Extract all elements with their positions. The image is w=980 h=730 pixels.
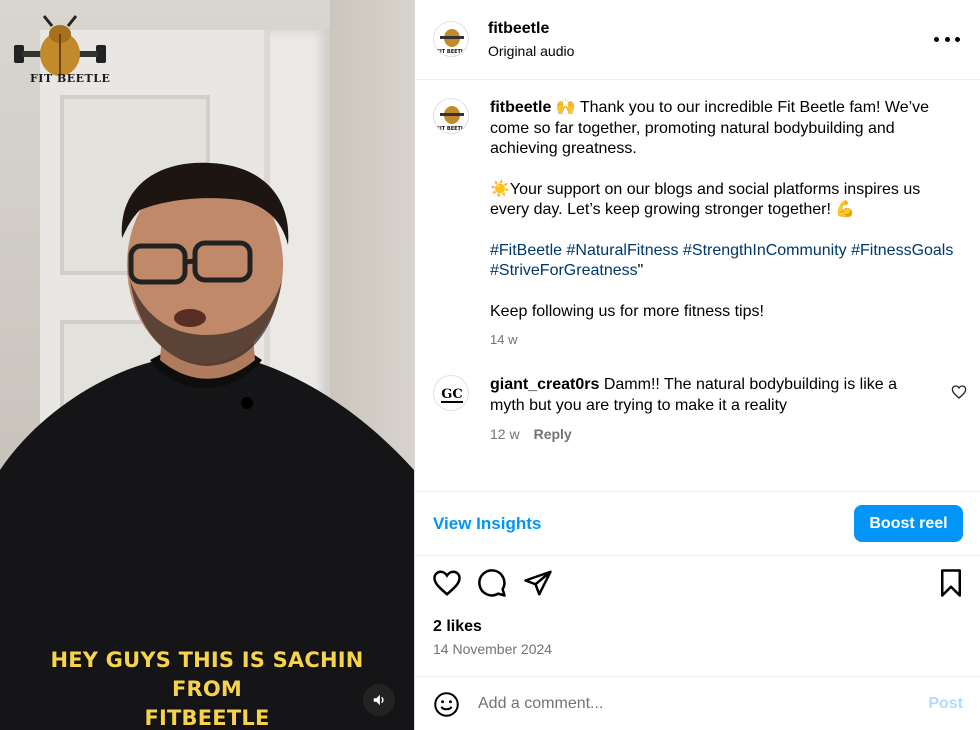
reel-video[interactable]: FIT BEETLE HEY GUYS THIS IS SACHIN FROM … — [0, 0, 414, 730]
audio-toggle-button[interactable] — [363, 684, 395, 716]
avatar-text: FIT BEETLE — [436, 49, 468, 55]
hashtag-link[interactable]: #StrengthInCommunity — [683, 242, 847, 259]
emoji-smiley-icon[interactable] — [433, 691, 460, 718]
hashtags: #FitBeetle #NaturalFitness #StrengthInCo… — [490, 241, 955, 282]
logo-text: FIT BEETLE — [30, 72, 111, 85]
caption-avatar[interactable]: FIT BEETLE — [433, 98, 469, 134]
dot-icon — [934, 36, 939, 42]
comment-input[interactable] — [478, 691, 898, 717]
post-date: 14 November 2024 — [433, 641, 553, 657]
post-details-panel: FIT BEETLE fitbeetle Original audio FIT … — [414, 0, 980, 730]
more-options-button[interactable] — [934, 30, 960, 48]
commenter-avatar[interactable]: GC — [433, 375, 469, 411]
add-comment-bar: Post — [415, 676, 980, 730]
avatar-text: GC — [441, 387, 462, 402]
caption-timestamp[interactable]: 14 w — [490, 330, 955, 351]
view-insights-link[interactable]: View Insights — [433, 514, 541, 534]
sun-icon: ☀️ — [490, 180, 510, 198]
subtitle-line: FITBEETLE — [144, 706, 270, 730]
raising-hands-icon: 🙌 — [555, 99, 576, 116]
speaker-figure — [0, 162, 414, 730]
post-comment-button[interactable]: Post — [928, 695, 963, 713]
audio-link[interactable]: Original audio — [488, 43, 574, 59]
comment-body: giant_creat0rs Damm!! The natural bodybu… — [490, 375, 935, 416]
caption-paragraph: fitbeetle 🙌 Thank you to our incredible … — [490, 98, 955, 160]
hashtag-link[interactable]: #StriveForGreatness — [490, 262, 638, 279]
insights-row: View Insights Boost reel — [415, 492, 980, 556]
comment: giant_creat0rs Damm!! The natural bodybu… — [490, 375, 935, 445]
hashtag-link[interactable]: #FitnessGoals — [851, 242, 953, 259]
fit-beetle-avatar-icon: FIT BEETLE — [436, 106, 468, 132]
reply-button[interactable]: Reply — [534, 424, 572, 445]
comment-meta: 12 w Reply — [490, 424, 935, 445]
post-actions — [415, 568, 980, 608]
post-caption: fitbeetle 🙌 Thank you to our incredible … — [490, 98, 955, 351]
likes-count[interactable]: 2 likes — [433, 618, 482, 636]
subtitle-line: HEY GUYS THIS IS SACHIN FROM — [50, 648, 364, 701]
hashtag-link[interactable]: #FitBeetle — [490, 242, 562, 259]
dot-icon — [944, 36, 950, 42]
caption-text: Keep following us for more fitness tips! — [490, 302, 764, 320]
comment-timestamp[interactable]: 12 w — [490, 424, 520, 445]
like-heart-icon[interactable] — [432, 568, 462, 598]
dot-icon — [955, 36, 960, 42]
hashtag-link[interactable]: #NaturalFitness — [567, 242, 679, 259]
caption-text: " — [637, 262, 644, 279]
caption-paragraph: ☀️Your support on our blogs and social p… — [490, 180, 955, 221]
avatar[interactable]: FIT BEETLE — [433, 21, 469, 57]
caption-paragraph: Keep following us for more fitness tips! — [490, 302, 955, 323]
share-paper-plane-icon[interactable] — [523, 568, 553, 598]
comment-username[interactable]: giant_creat0rs — [490, 376, 599, 393]
header-username[interactable]: fitbeetle — [488, 20, 549, 38]
fit-beetle-avatar-icon: FIT BEETLE — [436, 29, 468, 55]
post-header: FIT BEETLE fitbeetle Original audio — [415, 0, 980, 80]
flexed-biceps-icon: 💪 — [835, 201, 856, 218]
comment-like-heart-icon[interactable] — [951, 384, 967, 400]
boost-reel-button[interactable]: Boost reel — [854, 505, 963, 542]
speaker-icon — [373, 694, 384, 706]
caption-username[interactable]: fitbeetle — [490, 99, 551, 116]
comments-section[interactable]: FIT BEETLE fitbeetle 🙌 Thank you to our … — [415, 80, 980, 492]
giant-creators-avatar-icon: GC — [435, 377, 468, 410]
video-subtitle: HEY GUYS THIS IS SACHIN FROM FITBEETLE — [0, 646, 414, 730]
save-bookmark-icon[interactable] — [936, 568, 966, 598]
avatar-text: FIT BEETLE — [436, 126, 468, 132]
comment-bubble-icon[interactable] — [477, 568, 507, 598]
caption-text: Your support on our blogs and social pla… — [490, 180, 921, 219]
